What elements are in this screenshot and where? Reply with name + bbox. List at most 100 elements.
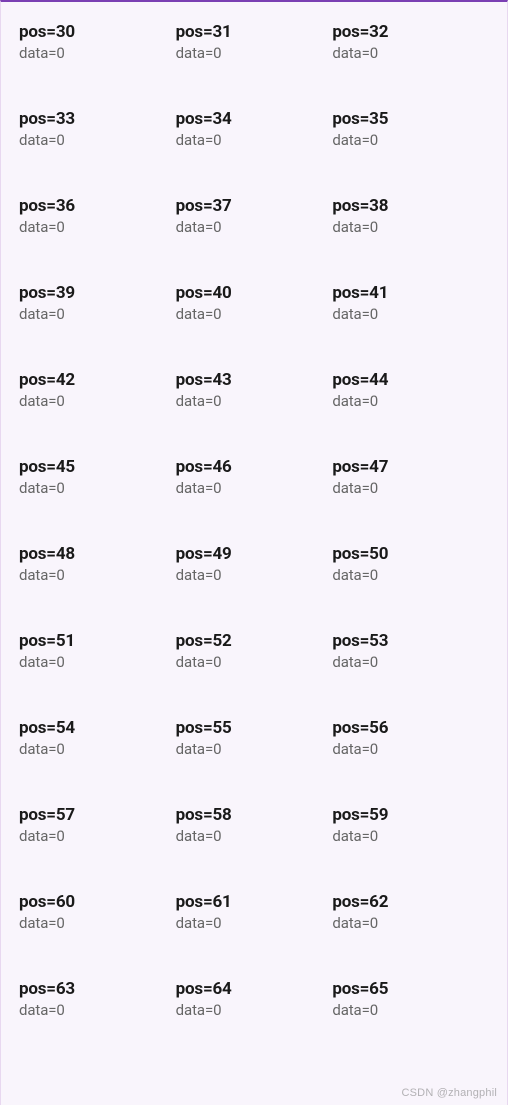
pos-label: pos=56: [332, 718, 489, 738]
data-label: data=0: [332, 740, 489, 758]
pos-label: pos=59: [332, 805, 489, 825]
watermark: CSDN @zhangphil: [402, 1087, 498, 1099]
grid-cell: pos=32 data=0: [332, 22, 489, 62]
grid-cell: pos=31 data=0: [176, 22, 333, 62]
data-label: data=0: [332, 479, 489, 497]
data-label: data=0: [332, 44, 489, 62]
grid-cell: pos=58 data=0: [176, 805, 333, 845]
data-label: data=0: [176, 305, 333, 323]
pos-label: pos=58: [176, 805, 333, 825]
data-label: data=0: [19, 827, 176, 845]
data-label: data=0: [19, 914, 176, 932]
pos-label: pos=42: [19, 370, 176, 390]
grid-cell: pos=36 data=0: [19, 196, 176, 236]
grid-cell: pos=49 data=0: [176, 544, 333, 584]
data-label: data=0: [332, 1001, 489, 1019]
pos-label: pos=49: [176, 544, 333, 564]
pos-label: pos=62: [332, 892, 489, 912]
pos-label: pos=47: [332, 457, 489, 477]
grid-cell: pos=38 data=0: [332, 196, 489, 236]
data-label: data=0: [332, 653, 489, 671]
data-label: data=0: [19, 740, 176, 758]
pos-label: pos=65: [332, 979, 489, 999]
data-label: data=0: [19, 653, 176, 671]
grid-cell: pos=62 data=0: [332, 892, 489, 932]
data-label: data=0: [19, 218, 176, 236]
pos-label: pos=57: [19, 805, 176, 825]
grid-cell: pos=55 data=0: [176, 718, 333, 758]
grid-cell: pos=52 data=0: [176, 631, 333, 671]
pos-label: pos=35: [332, 109, 489, 129]
data-label: data=0: [176, 827, 333, 845]
data-label: data=0: [332, 827, 489, 845]
grid-cell: pos=57 data=0: [19, 805, 176, 845]
data-label: data=0: [19, 392, 176, 410]
pos-label: pos=45: [19, 457, 176, 477]
grid-cell: pos=40 data=0: [176, 283, 333, 323]
grid-cell: pos=59 data=0: [332, 805, 489, 845]
data-label: data=0: [19, 131, 176, 149]
data-label: data=0: [332, 914, 489, 932]
pos-label: pos=54: [19, 718, 176, 738]
pos-label: pos=61: [176, 892, 333, 912]
pos-label: pos=43: [176, 370, 333, 390]
grid-cell: pos=30 data=0: [19, 22, 176, 62]
pos-label: pos=41: [332, 283, 489, 303]
data-label: data=0: [176, 566, 333, 584]
data-label: data=0: [176, 740, 333, 758]
pos-label: pos=60: [19, 892, 176, 912]
grid-cell: pos=65 data=0: [332, 979, 489, 1019]
grid-cell: pos=33 data=0: [19, 109, 176, 149]
pos-label: pos=37: [176, 196, 333, 216]
data-label: data=0: [176, 653, 333, 671]
data-label: data=0: [176, 131, 333, 149]
pos-label: pos=44: [332, 370, 489, 390]
pos-label: pos=32: [332, 22, 489, 42]
pos-label: pos=40: [176, 283, 333, 303]
grid-cell: pos=51 data=0: [19, 631, 176, 671]
data-label: data=0: [176, 44, 333, 62]
grid-cell: pos=43data=0: [176, 370, 333, 410]
pos-label: pos=38: [332, 196, 489, 216]
grid-cell: pos=39 data=0: [19, 283, 176, 323]
grid-cell: pos=46 data=0: [176, 457, 333, 497]
grid-cell: pos=64 data=0: [176, 979, 333, 1019]
pos-label: pos=48: [19, 544, 176, 564]
grid-cell: pos=35 data=0: [332, 109, 489, 149]
pos-label: pos=64: [176, 979, 333, 999]
pos-label: pos=53: [332, 631, 489, 651]
grid-cell: pos=44 data=0: [332, 370, 489, 410]
pos-label: pos=63: [19, 979, 176, 999]
data-label: data=0: [176, 218, 333, 236]
pos-label: pos=36: [19, 196, 176, 216]
data-label: data=0: [332, 305, 489, 323]
grid-cell: pos=54 data=0: [19, 718, 176, 758]
pos-label: pos=33: [19, 109, 176, 129]
pos-label: pos=31: [176, 22, 333, 42]
grid-cell: pos=61 data=0: [176, 892, 333, 932]
data-label: data=0: [19, 44, 176, 62]
grid-cell: pos=47 data=0: [332, 457, 489, 497]
data-label: data=0: [19, 305, 176, 323]
pos-label: pos=51: [19, 631, 176, 651]
data-label: data=0: [332, 131, 489, 149]
grid-cell: pos=48data=0: [19, 544, 176, 584]
data-label: data=0: [19, 1001, 176, 1019]
pos-label: pos=52: [176, 631, 333, 651]
grid-cell: pos=60 data=0: [19, 892, 176, 932]
pos-label: pos=30: [19, 22, 176, 42]
data-label: data=0: [176, 479, 333, 497]
data-label: data=0: [19, 479, 176, 497]
data-label: data=0: [332, 218, 489, 236]
pos-label: pos=50: [332, 544, 489, 564]
grid-cell: pos=63 data=0: [19, 979, 176, 1019]
pos-label: pos=34: [176, 109, 333, 129]
data-label: data=0: [332, 392, 489, 410]
grid-cell: pos=50data=0: [332, 544, 489, 584]
data-label: data=0: [176, 914, 333, 932]
data-label: data=0: [176, 1001, 333, 1019]
pos-label: pos=55: [176, 718, 333, 738]
pos-label: pos=46: [176, 457, 333, 477]
grid-cell: pos=37 data=0: [176, 196, 333, 236]
pos-label: pos=39: [19, 283, 176, 303]
